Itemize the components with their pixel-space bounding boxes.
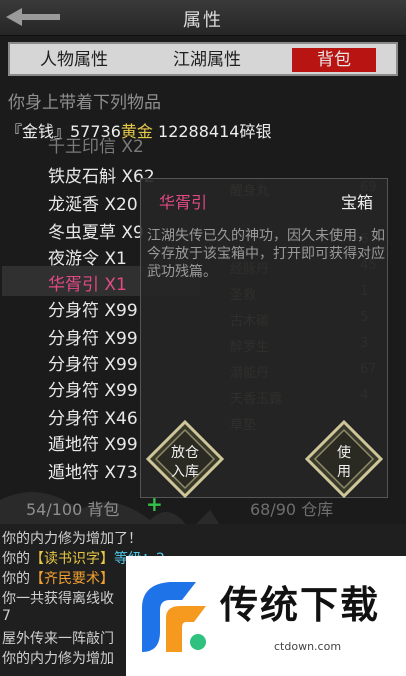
log-line: 屋外传来一阵敲门 [2, 631, 114, 647]
store-button-label-2: 入库 [171, 464, 199, 480]
bag-item-row[interactable]: 分身符 X99 [48, 376, 138, 402]
header-bar: 属性 [0, 0, 406, 36]
warehouse-capacity: 68/90 仓库 [250, 500, 334, 519]
bag-capacity: 54/100 背包 [26, 500, 120, 519]
ad-title: 传统下载 [220, 583, 381, 627]
store-in-warehouse-button[interactable]: 放仓 入库 [146, 420, 224, 498]
popup-item-description: 江湖失传已久的神功，因久未使用，如今存放于该宝箱中，打开即可获得对应武功残篇。 [147, 228, 385, 280]
ad-url: ctdown.com [274, 640, 342, 653]
log-line: 你的内力修为增加了！ [2, 531, 142, 547]
page-title: 属性 [183, 10, 223, 31]
log-line: 你一共获得离线收 [2, 591, 114, 607]
log-skill: 【齐民要术】 [30, 571, 114, 587]
tab-character-attributes[interactable]: 人物属性 [28, 48, 120, 72]
carry-items-heading: 你身上带着下列物品 [8, 93, 161, 113]
bag-item-row[interactable]: 分身符 X99 [48, 324, 138, 350]
log-skill: 【读书识字】 [30, 551, 114, 567]
use-item-button[interactable]: 使 用 [305, 420, 383, 498]
log-text: 你的 [2, 551, 30, 567]
download-ad-banner[interactable]: 传统下载 ctdown.com [126, 556, 406, 676]
tab-bar: 人物属性 江湖属性 背包 [8, 42, 398, 76]
bag-item-row[interactable]: 夜游令 X1 [48, 244, 127, 270]
popup-item-type: 宝箱 [340, 193, 373, 212]
expand-bag-button[interactable]: + [146, 492, 163, 516]
popup-item-name: 华胥引 [159, 193, 208, 212]
bag-item-row[interactable]: 遁地符 X73 [48, 458, 138, 484]
bag-item-row[interactable]: 分身符 X99 [48, 296, 138, 322]
log-line: 你的【齐民要术】 [2, 568, 114, 588]
bag-item-row[interactable]: 华胥引 X1 [48, 270, 127, 296]
bag-item-row[interactable]: 铁皮石斛 X62 [48, 162, 155, 188]
bag-item-row[interactable]: 分身符 X99 [48, 350, 138, 376]
store-button-label-1: 放仓 [171, 445, 199, 461]
bag-item-row[interactable]: 遁地符 X99 [48, 430, 138, 456]
tab-bag[interactable]: 背包 [292, 48, 376, 72]
log-line: 7 [2, 608, 11, 624]
download-logo-icon [142, 582, 206, 652]
bag-item-row[interactable]: 分身符 X46 [48, 404, 138, 430]
use-button-label-1: 使 [337, 445, 351, 461]
use-button-label-2: 用 [337, 464, 351, 480]
bag-item-row[interactable]: 冬虫夏草 X9 [48, 218, 144, 244]
bag-item-row[interactable]: 千王印信 X2 [48, 136, 144, 158]
bag-item-row[interactable]: 龙涎香 X20 [48, 190, 138, 216]
tab-jianghu-attributes[interactable]: 江湖属性 [158, 48, 256, 72]
log-text: 你的 [2, 571, 30, 587]
log-line: 你的内力修为增加 [2, 651, 114, 667]
